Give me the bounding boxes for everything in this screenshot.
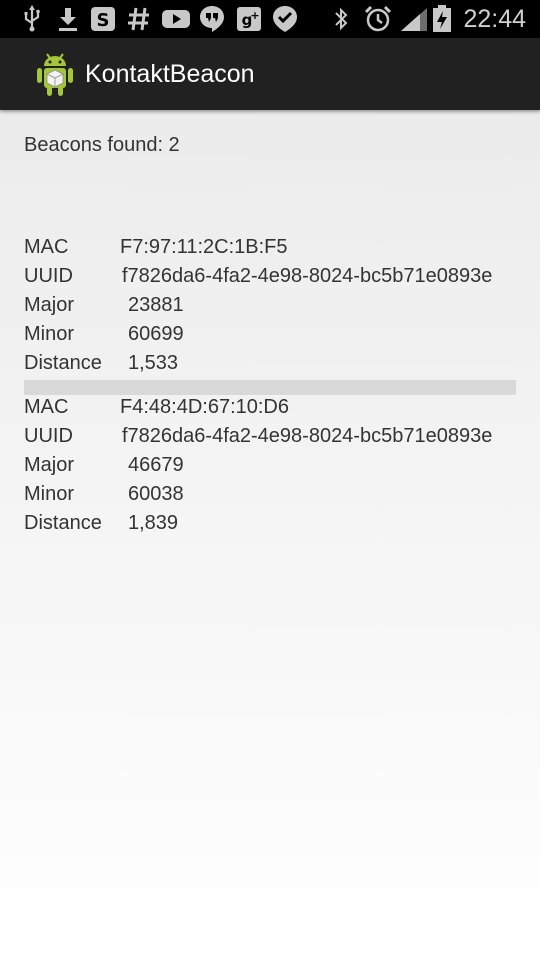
- svg-text:S: S: [97, 10, 110, 31]
- uuid-value: f7826da6-4fa2-4e98-8024-bc5b71e0893e: [122, 425, 493, 447]
- uuid-label: UUID: [24, 265, 73, 287]
- minor-label: Minor: [24, 323, 75, 345]
- app-title: KontaktBeacon: [85, 60, 255, 88]
- signal-icon: [400, 0, 428, 38]
- minor-value: 60038: [128, 483, 184, 505]
- major-value: 23881: [128, 294, 184, 316]
- distance-value: 1,533: [128, 352, 179, 374]
- minor-row: Minor 60699: [24, 323, 524, 352]
- distance-label: Distance: [24, 352, 102, 374]
- distance-row: Distance 1,533: [24, 352, 524, 381]
- distance-value: 1,839: [128, 512, 179, 534]
- uuid-row: UUID f7826da6-4fa2-4e98-8024-bc5b71e0893…: [24, 425, 524, 454]
- distance-label: Distance: [24, 512, 102, 534]
- beacon-divider: [24, 380, 516, 395]
- usb-icon: [22, 0, 42, 38]
- distance-row: Distance 1,839: [24, 512, 524, 541]
- mac-label: MAC: [24, 236, 69, 258]
- mac-row: MAC F7:97:11:2C:1B:F5: [24, 236, 524, 265]
- action-bar: KontaktBeacon: [0, 38, 540, 110]
- battery-charging-icon: [432, 0, 452, 38]
- download-icon: [57, 0, 79, 38]
- google-plus-icon: g +: [236, 0, 262, 38]
- hash-icon: [127, 0, 151, 38]
- mac-label: MAC: [24, 396, 69, 418]
- major-label: Major: [24, 294, 75, 316]
- android-app-icon[interactable]: [32, 50, 78, 98]
- mac-value: F7:97:11:2C:1B:F5: [120, 236, 288, 258]
- minor-label: Minor: [24, 483, 75, 505]
- mac-row: MAC F4:48:4D:67:10:D6: [24, 396, 524, 425]
- beacons-found-count: Beacons found: 2: [24, 134, 180, 156]
- major-value: 46679: [128, 454, 184, 476]
- bluetooth-icon: [333, 0, 349, 38]
- major-row: Major 23881: [24, 294, 524, 323]
- status-bar: S g + 22:44: [0, 0, 540, 38]
- alarm-icon: [364, 0, 392, 38]
- uuid-label: UUID: [24, 425, 73, 447]
- s-box-icon: S: [90, 0, 116, 38]
- status-time: 22:44: [463, 5, 526, 33]
- hangouts-icon: [199, 0, 225, 38]
- minor-row: Minor 60038: [24, 483, 524, 512]
- mac-value: F4:48:4D:67:10:D6: [120, 396, 289, 418]
- uuid-row: UUID f7826da6-4fa2-4e98-8024-bc5b71e0893…: [24, 265, 524, 294]
- checkmark-icon: [272, 0, 298, 38]
- youtube-icon: [162, 0, 190, 38]
- minor-value: 60699: [128, 323, 184, 345]
- major-row: Major 46679: [24, 454, 524, 483]
- svg-text:+: +: [250, 9, 259, 22]
- uuid-value: f7826da6-4fa2-4e98-8024-bc5b71e0893e: [122, 265, 493, 287]
- major-label: Major: [24, 454, 75, 476]
